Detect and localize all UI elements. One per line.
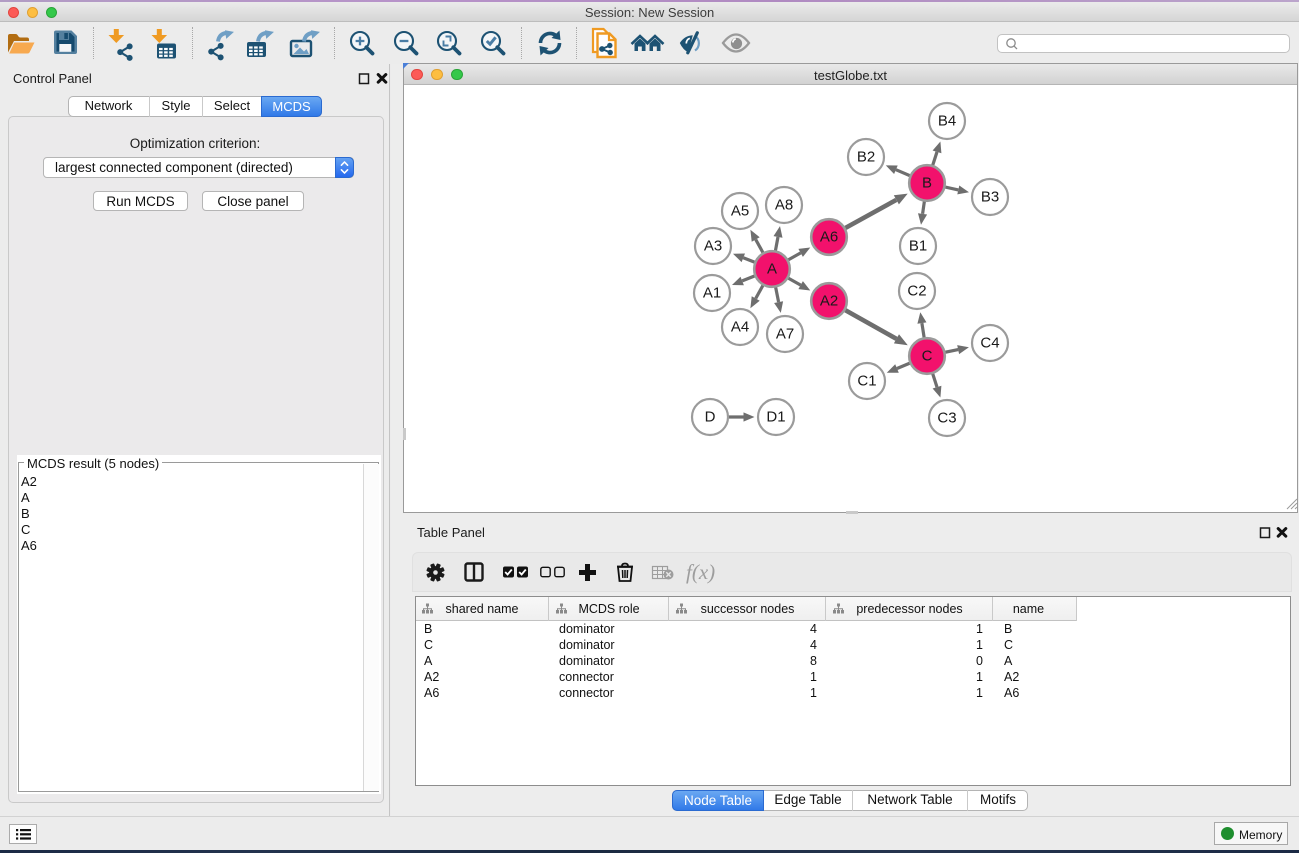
svg-text:A2: A2 xyxy=(820,293,838,310)
svg-text:D1: D1 xyxy=(766,409,785,426)
svg-text:A8: A8 xyxy=(775,197,793,214)
svg-text:C4: C4 xyxy=(980,335,999,352)
svg-text:A1: A1 xyxy=(703,285,721,302)
svg-text:B2: B2 xyxy=(857,149,875,166)
svg-text:C1: C1 xyxy=(857,373,876,390)
svg-text:A: A xyxy=(767,261,777,278)
svg-text:A3: A3 xyxy=(704,238,722,255)
svg-text:A7: A7 xyxy=(776,326,794,343)
svg-text:B: B xyxy=(922,175,932,192)
svg-text:B1: B1 xyxy=(909,238,927,255)
svg-text:A4: A4 xyxy=(731,319,749,336)
svg-text:C2: C2 xyxy=(907,283,926,300)
svg-text:A6: A6 xyxy=(820,229,838,246)
svg-text:C: C xyxy=(922,348,933,365)
svg-text:B4: B4 xyxy=(938,113,956,130)
svg-text:B3: B3 xyxy=(981,189,999,206)
svg-text:D: D xyxy=(705,409,716,426)
svg-text:A5: A5 xyxy=(731,203,749,220)
svg-text:C3: C3 xyxy=(937,410,956,427)
